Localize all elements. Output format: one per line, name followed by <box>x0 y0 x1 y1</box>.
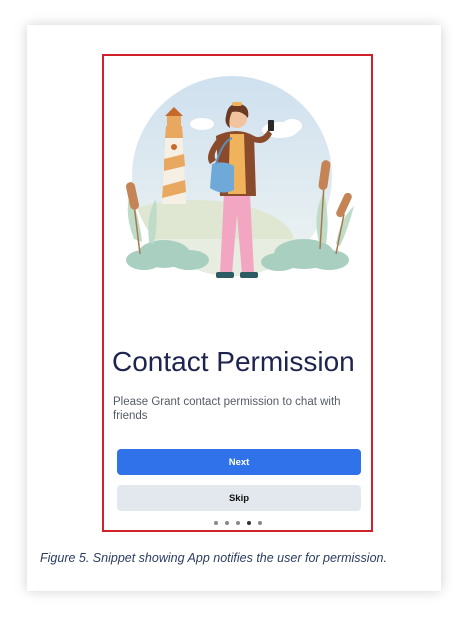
page-dot[interactable] <box>257 521 262 525</box>
page-indicator <box>104 521 371 525</box>
permission-description: Please Grant contact permission to chat … <box>113 396 341 422</box>
page-dot[interactable] <box>224 521 229 525</box>
next-button[interactable]: Next <box>117 449 361 475</box>
app-screen-frame: Contact Permission Please Grant contact … <box>102 54 373 532</box>
skip-button[interactable]: Skip <box>117 485 361 511</box>
page-dot-active[interactable] <box>246 521 251 525</box>
page-title: Contact Permission <box>112 346 355 377</box>
figure-caption: Figure 5. Snippet showing App notifies t… <box>40 551 387 565</box>
page-dot[interactable] <box>235 521 240 525</box>
permission-illustration <box>126 76 354 278</box>
page-dot[interactable] <box>213 521 218 525</box>
